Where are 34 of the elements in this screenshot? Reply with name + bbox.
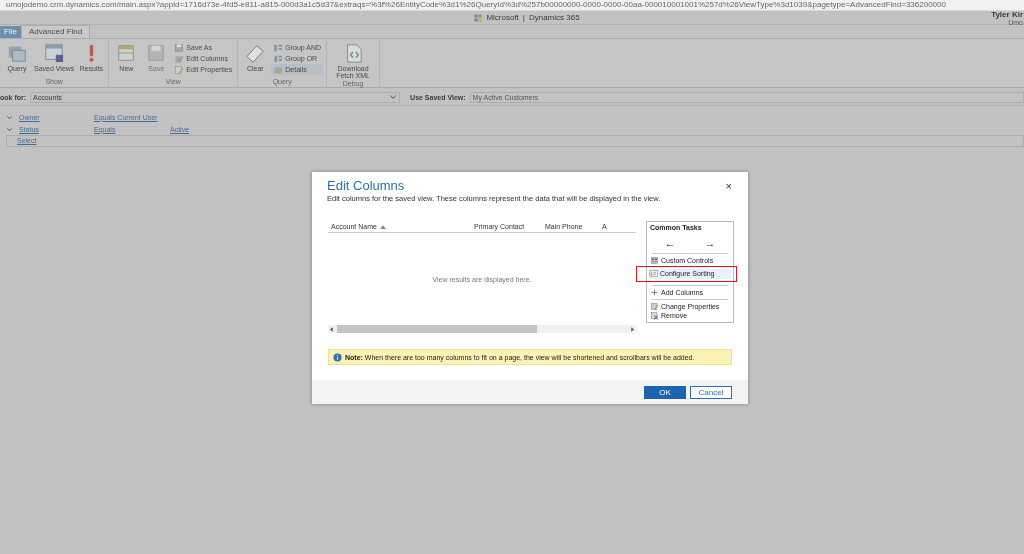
app-name: Dynamics 365 xyxy=(528,13,580,22)
separator: | xyxy=(522,13,525,22)
delete-icon xyxy=(650,310,659,320)
grouping-icon xyxy=(273,53,284,64)
info-icon xyxy=(333,352,342,362)
move-left-button[interactable]: ← xyxy=(664,237,676,249)
file-tab[interactable]: File xyxy=(0,26,21,38)
ok-button[interactable]: OK xyxy=(644,385,686,399)
sort-ascending-icon xyxy=(379,224,386,229)
ribbon-tab[interactable]: Advanced Find xyxy=(20,25,91,38)
pencil-icon xyxy=(174,64,185,75)
logo-icon xyxy=(474,13,483,22)
move-right-button[interactable]: → xyxy=(704,237,716,249)
cancel-button[interactable]: Cancel xyxy=(690,385,732,399)
eraser-icon xyxy=(245,43,266,63)
scrollbar-thumb[interactable] xyxy=(337,325,537,333)
grouping-icon xyxy=(273,42,284,53)
chevron-down-icon xyxy=(389,93,398,101)
sort-icon xyxy=(649,269,658,279)
plus-icon xyxy=(650,287,659,297)
close-button[interactable]: × xyxy=(725,179,732,192)
scroll-right-icon[interactable] xyxy=(629,325,636,333)
horizontal-scrollbar[interactable] xyxy=(328,325,636,333)
user-name[interactable]: Tyler Kir xyxy=(991,11,1023,19)
table-icon xyxy=(44,43,65,63)
scroll-left-icon[interactable] xyxy=(328,325,335,333)
table-icon xyxy=(116,43,137,63)
controls-icon xyxy=(650,255,659,265)
pencil-icon xyxy=(174,53,185,64)
pencil-icon xyxy=(650,301,659,311)
brand-name: Microsoft xyxy=(486,13,519,22)
exclamation-icon xyxy=(88,43,94,63)
dialog-title: Edit Columns xyxy=(327,178,405,193)
address-bar[interactable]: umojodemo.crm.dynamics.com/main.aspx?appid=1716d73e-4fd5-e811-a815-000d3a1c5d37&extraqs=%3f%26EntityCode%3d1%26QueryId%3d%257b00000000-0000-0000-00aa-000010001001%257d%26ViewType%3d1039&pagetype=AdvancedFind=336200000 xyxy=(0,0,1024,11)
